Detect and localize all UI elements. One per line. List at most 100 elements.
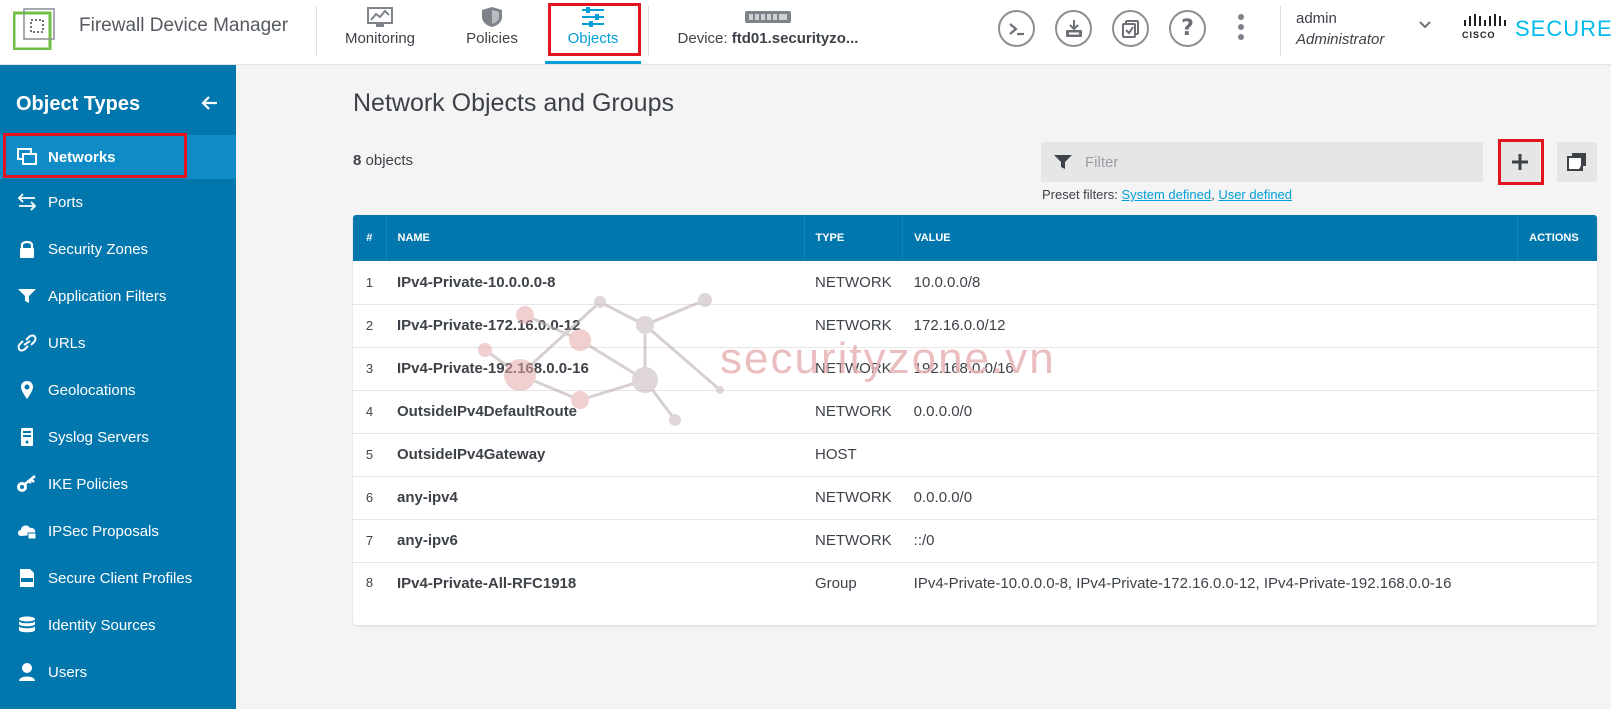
sidebar-item-syslog-servers[interactable]: Syslog Servers xyxy=(0,415,236,459)
sidebar-item-security-zones[interactable]: Security Zones xyxy=(0,227,236,271)
col-header-number: # xyxy=(353,215,387,261)
row-value xyxy=(903,433,1518,476)
object-count-suffix: objects xyxy=(361,152,414,169)
top-bar: Firewall Device Manager Monitoring Polic… xyxy=(0,0,1611,65)
col-header-actions: ACTIONS xyxy=(1529,232,1579,244)
sidebar-item-identity-sources[interactable]: Identity Sources xyxy=(0,603,236,647)
sidebar-item-label: Identity Sources xyxy=(48,616,156,634)
row-actions xyxy=(1518,261,1597,304)
database-icon xyxy=(16,614,38,636)
help-question-icon: ? xyxy=(1181,16,1194,41)
plus-icon xyxy=(1512,154,1528,170)
row-name: IPv4-Private-All-RFC1918 xyxy=(397,574,577,592)
row-type: NETWORK xyxy=(815,532,892,549)
bulk-actions-button[interactable] xyxy=(1557,142,1597,182)
table-row[interactable]: 4 OutsideIPv4DefaultRoute NETWORK 0.0.0.… xyxy=(353,390,1597,433)
copy-stack-icon xyxy=(1567,153,1586,171)
row-number: 7 xyxy=(365,533,374,548)
network-icon xyxy=(16,146,38,168)
cloud-lock-icon xyxy=(16,520,38,542)
device-selector[interactable]: Device: ftd01.securityzo... xyxy=(658,0,878,64)
preset-system-defined-link[interactable]: System defined xyxy=(1121,187,1211,202)
table-row[interactable]: 2 IPv4-Private-172.16.0.0-12 NETWORK 172… xyxy=(353,304,1597,347)
add-object-button[interactable] xyxy=(1500,142,1540,182)
page-title: Network Objects and Groups xyxy=(353,89,674,117)
sidebar-item-label: URLs xyxy=(48,334,86,352)
device-prefix: Device: xyxy=(677,30,732,47)
device-label: Device: ftd01.securityzo... xyxy=(658,30,878,47)
tab-monitoring-label: Monitoring xyxy=(344,30,416,47)
table-row[interactable]: 8 IPv4-Private-All-RFC1918 Group IPv4-Pr… xyxy=(353,562,1597,625)
row-type: NETWORK xyxy=(815,273,892,291)
task-list-button[interactable] xyxy=(1112,10,1149,47)
row-number: 4 xyxy=(365,404,374,419)
table-row[interactable]: 3 IPv4-Private-192.168.0.0-16 NETWORK 19… xyxy=(353,347,1597,390)
tab-monitoring[interactable]: Monitoring xyxy=(334,0,426,64)
cisco-bars-logo-icon xyxy=(1464,14,1506,26)
row-name: any-ipv6 xyxy=(397,532,458,549)
divider xyxy=(648,6,649,56)
row-type: Group xyxy=(815,574,857,592)
table-row[interactable]: 1 IPv4-Private-10.0.0.0-8 NETWORK 10.0.0… xyxy=(353,261,1597,304)
key-icon xyxy=(16,473,38,495)
more-options-icon[interactable] xyxy=(1237,14,1245,44)
help-button[interactable]: ? xyxy=(1169,10,1206,47)
preset-user-defined-link[interactable]: User defined xyxy=(1218,187,1292,202)
row-type: HOST xyxy=(815,446,857,463)
row-type: NETWORK xyxy=(815,360,892,377)
col-header-name: NAME xyxy=(386,215,805,261)
row-type: NETWORK xyxy=(815,403,892,420)
row-actions xyxy=(1518,476,1597,519)
sidebar-item-application-filters[interactable]: Application Filters xyxy=(0,274,236,318)
location-pin-icon xyxy=(16,379,38,401)
row-value: 10.0.0.0/8 xyxy=(913,273,981,291)
sidebar-item-urls[interactable]: URLs xyxy=(0,321,236,365)
row-value: 172.16.0.0/12 xyxy=(913,317,1006,334)
chevron-down-icon[interactable] xyxy=(1418,20,1432,30)
row-actions xyxy=(1518,519,1597,562)
sidebar-item-networks[interactable]: Networks xyxy=(0,135,236,179)
sidebar-item-ike-policies[interactable]: IKE Policies xyxy=(0,462,236,506)
cli-console-button[interactable] xyxy=(998,10,1035,47)
sidebar-item-ipsec-proposals[interactable]: IPSec Proposals xyxy=(0,509,236,553)
sidebar-item-secure-client-profiles[interactable]: Secure Client Profiles xyxy=(0,556,236,600)
table-row[interactable]: 5 OutsideIPv4Gateway HOST xyxy=(353,433,1597,476)
sidebar-item-users[interactable]: Users xyxy=(0,650,236,694)
app-title: Firewall Device Manager xyxy=(79,15,289,36)
task-check-icon xyxy=(1121,19,1139,38)
divider xyxy=(316,6,317,56)
row-name: OutsideIPv4DefaultRoute xyxy=(397,403,578,420)
monitoring-icon xyxy=(367,7,393,27)
col-header-value: VALUE xyxy=(902,215,1519,261)
deploy-button[interactable] xyxy=(1055,10,1092,47)
table-row[interactable]: 7 any-ipv6 NETWORK ::/0 xyxy=(353,519,1597,562)
user-menu[interactable]: admin Administrator xyxy=(1296,10,1384,48)
objects-table: # NAME TYPE VALUE ACTIONS 1 IPv4-Private… xyxy=(353,215,1597,625)
collapse-arrow-icon[interactable] xyxy=(201,96,219,110)
user-name: admin xyxy=(1296,10,1337,27)
deploy-download-icon xyxy=(1065,19,1082,37)
objects-sliders-icon xyxy=(582,7,604,27)
filter-input[interactable] xyxy=(1085,153,1465,171)
row-actions xyxy=(1518,433,1597,476)
filter-box xyxy=(1041,142,1483,182)
row-actions xyxy=(1518,304,1597,347)
sidebar-item-label: Ports xyxy=(48,193,84,211)
row-type: NETWORK xyxy=(815,317,892,334)
sidebar-item-label: IKE Policies xyxy=(48,475,129,493)
tab-objects-label: Objects xyxy=(567,30,619,47)
device-name: ftd01.securityzo... xyxy=(731,30,859,47)
table-row[interactable]: 6 any-ipv4 NETWORK 0.0.0.0/0 xyxy=(353,476,1597,519)
syslog-server-icon xyxy=(16,426,38,448)
row-actions xyxy=(1518,347,1597,390)
policies-shield-icon xyxy=(482,7,502,27)
sidebar-item-ports[interactable]: Ports xyxy=(0,180,236,224)
sidebar-item-geolocations[interactable]: Geolocations xyxy=(0,368,236,412)
col-header-type: TYPE xyxy=(804,215,904,261)
tab-policies[interactable]: Policies xyxy=(460,0,524,64)
table-header-row: # NAME TYPE VALUE ACTIONS xyxy=(353,215,1597,261)
tab-objects[interactable]: Objects xyxy=(545,0,641,64)
cisco-wordmark: CISCO xyxy=(1462,30,1496,40)
fdm-logo-icon xyxy=(13,8,55,50)
user-icon xyxy=(16,661,38,683)
